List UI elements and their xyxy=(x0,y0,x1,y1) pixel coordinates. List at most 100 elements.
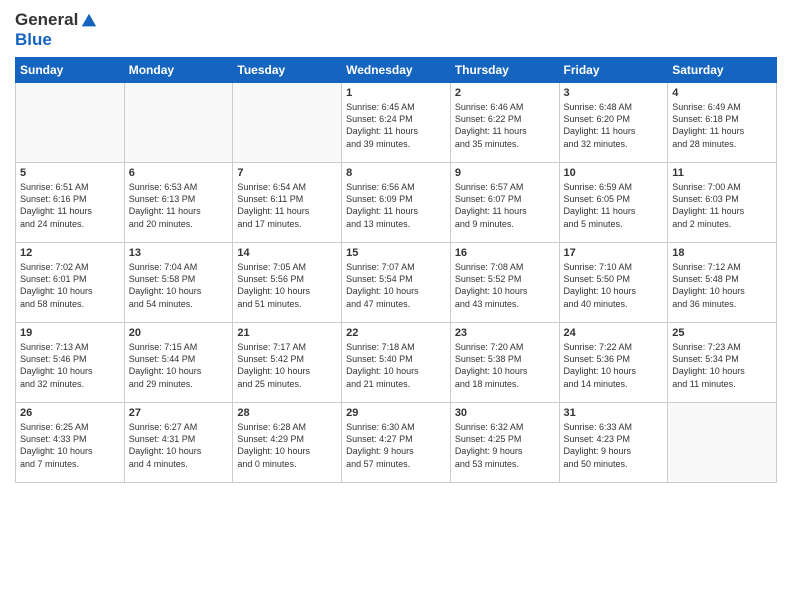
day-info: Sunrise: 7:13 AM Sunset: 5:46 PM Dayligh… xyxy=(20,341,120,390)
day-info: Sunrise: 6:48 AM Sunset: 6:20 PM Dayligh… xyxy=(564,101,664,150)
day-info: Sunrise: 7:18 AM Sunset: 5:40 PM Dayligh… xyxy=(346,341,446,390)
day-number: 30 xyxy=(455,407,555,419)
calendar-cell: 20 Sunrise: 7:15 AM Sunset: 5:44 PM Dayli… xyxy=(124,323,233,403)
day-number: 12 xyxy=(20,247,120,259)
day-info: Sunrise: 7:20 AM Sunset: 5:38 PM Dayligh… xyxy=(455,341,555,390)
calendar-table: SundayMondayTuesdayWednesdayThursdayFrid… xyxy=(15,57,777,483)
logo-blue: Blue xyxy=(15,30,98,50)
day-number: 25 xyxy=(672,327,772,339)
calendar-cell xyxy=(124,83,233,163)
logo: General Blue xyxy=(15,10,98,49)
calendar-cell: 30 Sunrise: 6:32 AM Sunset: 4:25 PM Dayli… xyxy=(450,403,559,483)
day-number: 10 xyxy=(564,167,664,179)
calendar-cell: 21 Sunrise: 7:17 AM Sunset: 5:42 PM Dayli… xyxy=(233,323,342,403)
calendar-cell: 9 Sunrise: 6:57 AM Sunset: 6:07 PM Daylig… xyxy=(450,163,559,243)
day-info: Sunrise: 6:56 AM Sunset: 6:09 PM Dayligh… xyxy=(346,181,446,230)
day-number: 1 xyxy=(346,87,446,99)
calendar-cell: 16 Sunrise: 7:08 AM Sunset: 5:52 PM Dayli… xyxy=(450,243,559,323)
day-number: 24 xyxy=(564,327,664,339)
calendar-cell: 4 Sunrise: 6:49 AM Sunset: 6:18 PM Daylig… xyxy=(668,83,777,163)
calendar-cell: 19 Sunrise: 7:13 AM Sunset: 5:46 PM Dayli… xyxy=(16,323,125,403)
calendar-cell xyxy=(668,403,777,483)
calendar-cell: 22 Sunrise: 7:18 AM Sunset: 5:40 PM Dayli… xyxy=(342,323,451,403)
day-info: Sunrise: 6:25 AM Sunset: 4:33 PM Dayligh… xyxy=(20,421,120,470)
calendar-cell: 17 Sunrise: 7:10 AM Sunset: 5:50 PM Dayli… xyxy=(559,243,668,323)
day-info: Sunrise: 6:30 AM Sunset: 4:27 PM Dayligh… xyxy=(346,421,446,470)
day-number: 19 xyxy=(20,327,120,339)
calendar-cell: 11 Sunrise: 7:00 AM Sunset: 6:03 PM Dayli… xyxy=(668,163,777,243)
calendar-cell: 23 Sunrise: 7:20 AM Sunset: 5:38 PM Dayli… xyxy=(450,323,559,403)
day-info: Sunrise: 7:05 AM Sunset: 5:56 PM Dayligh… xyxy=(237,261,337,310)
day-number: 14 xyxy=(237,247,337,259)
day-number: 11 xyxy=(672,167,772,179)
day-info: Sunrise: 7:07 AM Sunset: 5:54 PM Dayligh… xyxy=(346,261,446,310)
day-info: Sunrise: 6:53 AM Sunset: 6:13 PM Dayligh… xyxy=(129,181,229,230)
calendar-cell xyxy=(233,83,342,163)
calendar-cell: 28 Sunrise: 6:28 AM Sunset: 4:29 PM Dayli… xyxy=(233,403,342,483)
day-number: 2 xyxy=(455,87,555,99)
calendar-cell: 1 Sunrise: 6:45 AM Sunset: 6:24 PM Daylig… xyxy=(342,83,451,163)
day-number: 13 xyxy=(129,247,229,259)
calendar-cell: 24 Sunrise: 7:22 AM Sunset: 5:36 PM Dayli… xyxy=(559,323,668,403)
calendar-cell: 15 Sunrise: 7:07 AM Sunset: 5:54 PM Dayli… xyxy=(342,243,451,323)
day-info: Sunrise: 6:28 AM Sunset: 4:29 PM Dayligh… xyxy=(237,421,337,470)
day-info: Sunrise: 6:57 AM Sunset: 6:07 PM Dayligh… xyxy=(455,181,555,230)
day-number: 23 xyxy=(455,327,555,339)
day-info: Sunrise: 6:46 AM Sunset: 6:22 PM Dayligh… xyxy=(455,101,555,150)
day-number: 29 xyxy=(346,407,446,419)
calendar-cell: 26 Sunrise: 6:25 AM Sunset: 4:33 PM Dayli… xyxy=(16,403,125,483)
calendar-cell: 5 Sunrise: 6:51 AM Sunset: 6:16 PM Daylig… xyxy=(16,163,125,243)
day-info: Sunrise: 7:22 AM Sunset: 5:36 PM Dayligh… xyxy=(564,341,664,390)
day-number: 4 xyxy=(672,87,772,99)
day-number: 28 xyxy=(237,407,337,419)
day-info: Sunrise: 6:45 AM Sunset: 6:24 PM Dayligh… xyxy=(346,101,446,150)
day-info: Sunrise: 6:59 AM Sunset: 6:05 PM Dayligh… xyxy=(564,181,664,230)
day-number: 15 xyxy=(346,247,446,259)
day-info: Sunrise: 6:54 AM Sunset: 6:11 PM Dayligh… xyxy=(237,181,337,230)
day-info: Sunrise: 7:00 AM Sunset: 6:03 PM Dayligh… xyxy=(672,181,772,230)
day-info: Sunrise: 7:15 AM Sunset: 5:44 PM Dayligh… xyxy=(129,341,229,390)
weekday-header: Sunday xyxy=(16,58,125,83)
day-info: Sunrise: 7:12 AM Sunset: 5:48 PM Dayligh… xyxy=(672,261,772,310)
calendar-cell: 10 Sunrise: 6:59 AM Sunset: 6:05 PM Dayli… xyxy=(559,163,668,243)
day-number: 6 xyxy=(129,167,229,179)
weekday-header: Monday xyxy=(124,58,233,83)
day-info: Sunrise: 6:32 AM Sunset: 4:25 PM Dayligh… xyxy=(455,421,555,470)
day-info: Sunrise: 7:17 AM Sunset: 5:42 PM Dayligh… xyxy=(237,341,337,390)
day-number: 20 xyxy=(129,327,229,339)
day-info: Sunrise: 7:10 AM Sunset: 5:50 PM Dayligh… xyxy=(564,261,664,310)
day-number: 5 xyxy=(20,167,120,179)
day-info: Sunrise: 6:49 AM Sunset: 6:18 PM Dayligh… xyxy=(672,101,772,150)
day-number: 9 xyxy=(455,167,555,179)
calendar-cell: 29 Sunrise: 6:30 AM Sunset: 4:27 PM Dayli… xyxy=(342,403,451,483)
day-info: Sunrise: 6:51 AM Sunset: 6:16 PM Dayligh… xyxy=(20,181,120,230)
weekday-header: Thursday xyxy=(450,58,559,83)
day-number: 26 xyxy=(20,407,120,419)
calendar-cell: 25 Sunrise: 7:23 AM Sunset: 5:34 PM Dayli… xyxy=(668,323,777,403)
weekday-header: Tuesday xyxy=(233,58,342,83)
day-number: 22 xyxy=(346,327,446,339)
day-number: 31 xyxy=(564,407,664,419)
day-info: Sunrise: 6:33 AM Sunset: 4:23 PM Dayligh… xyxy=(564,421,664,470)
day-number: 7 xyxy=(237,167,337,179)
day-number: 16 xyxy=(455,247,555,259)
weekday-header: Friday xyxy=(559,58,668,83)
day-info: Sunrise: 7:04 AM Sunset: 5:58 PM Dayligh… xyxy=(129,261,229,310)
page-header: General Blue xyxy=(15,10,777,49)
day-info: Sunrise: 7:23 AM Sunset: 5:34 PM Dayligh… xyxy=(672,341,772,390)
calendar-cell: 14 Sunrise: 7:05 AM Sunset: 5:56 PM Dayli… xyxy=(233,243,342,323)
calendar-cell: 31 Sunrise: 6:33 AM Sunset: 4:23 PM Dayli… xyxy=(559,403,668,483)
day-info: Sunrise: 6:27 AM Sunset: 4:31 PM Dayligh… xyxy=(129,421,229,470)
calendar-cell: 3 Sunrise: 6:48 AM Sunset: 6:20 PM Daylig… xyxy=(559,83,668,163)
day-number: 21 xyxy=(237,327,337,339)
day-number: 17 xyxy=(564,247,664,259)
day-info: Sunrise: 7:08 AM Sunset: 5:52 PM Dayligh… xyxy=(455,261,555,310)
day-number: 3 xyxy=(564,87,664,99)
day-info: Sunrise: 7:02 AM Sunset: 6:01 PM Dayligh… xyxy=(20,261,120,310)
calendar-cell: 12 Sunrise: 7:02 AM Sunset: 6:01 PM Dayli… xyxy=(16,243,125,323)
weekday-header: Saturday xyxy=(668,58,777,83)
calendar-cell: 13 Sunrise: 7:04 AM Sunset: 5:58 PM Dayli… xyxy=(124,243,233,323)
day-number: 18 xyxy=(672,247,772,259)
calendar-cell: 18 Sunrise: 7:12 AM Sunset: 5:48 PM Dayli… xyxy=(668,243,777,323)
calendar-cell xyxy=(16,83,125,163)
